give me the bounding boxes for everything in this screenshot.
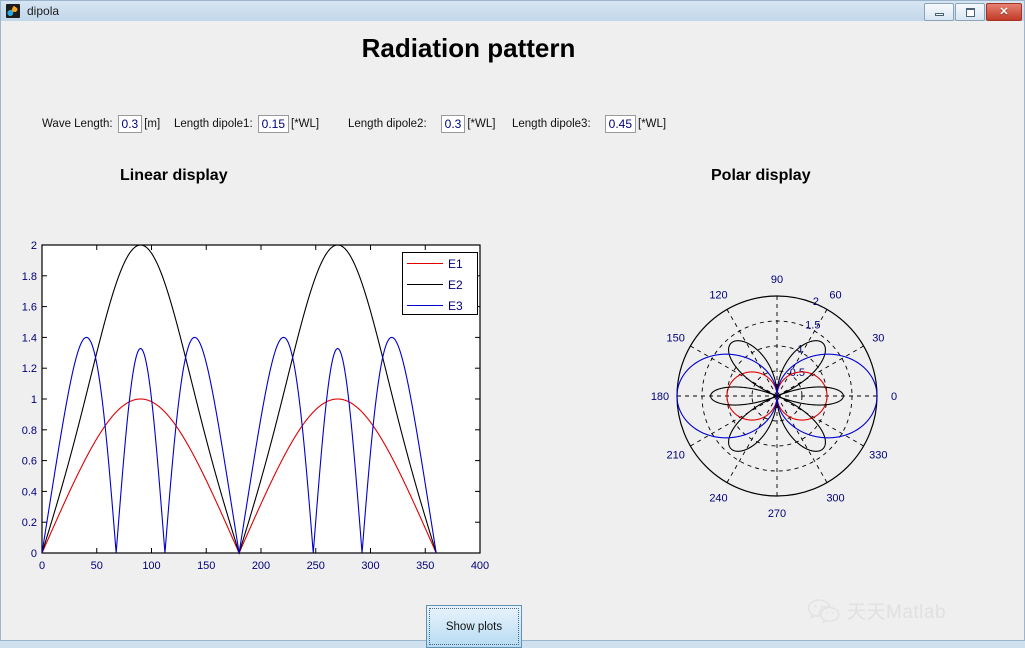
length-dipole3-label: Length dipole3: bbox=[512, 118, 591, 130]
length-dipole3-unit: [*WL] bbox=[638, 118, 667, 130]
svg-text:2: 2 bbox=[31, 240, 37, 252]
svg-text:90: 90 bbox=[771, 274, 783, 286]
svg-text:0.6: 0.6 bbox=[22, 456, 37, 468]
polar-plot: 0 30 60 90 120 150 180 210 240 270 300 330 0.5 1 1.5 2 bbox=[627, 239, 927, 557]
param-length-dipole3: Length dipole3: 0.45 [*WL] bbox=[512, 111, 666, 137]
polar-display-heading: Polar display bbox=[711, 167, 811, 184]
watermark-text: 天天Matlab bbox=[847, 602, 947, 623]
svg-text:300: 300 bbox=[826, 492, 844, 504]
svg-text:1.5: 1.5 bbox=[805, 320, 820, 332]
maximize-icon bbox=[965, 7, 975, 17]
minimize-icon bbox=[934, 8, 944, 17]
length-dipole2-label: Length dipole2: bbox=[348, 118, 427, 130]
svg-text:0: 0 bbox=[891, 391, 897, 403]
legend-label-e2: E2 bbox=[448, 277, 463, 292]
minimize-button[interactable] bbox=[924, 3, 954, 21]
svg-text:1.2: 1.2 bbox=[22, 363, 37, 375]
svg-text:0: 0 bbox=[31, 548, 37, 560]
watermark: 天天Matlab bbox=[807, 597, 946, 624]
wechat-icon bbox=[807, 598, 840, 623]
legend-entry-e3: E3 bbox=[403, 295, 477, 316]
application-window: dipola ✕ Radiation pattern Wave Length: … bbox=[0, 0, 1025, 648]
svg-text:60: 60 bbox=[829, 290, 841, 302]
wave-length-label: Wave Length: bbox=[42, 118, 113, 130]
length-dipole1-unit: [*WL] bbox=[291, 118, 320, 130]
svg-text:0.2: 0.2 bbox=[22, 517, 37, 529]
svg-text:250: 250 bbox=[307, 560, 325, 572]
svg-text:150: 150 bbox=[197, 560, 215, 572]
svg-text:1.4: 1.4 bbox=[22, 332, 37, 344]
param-wave-length: Wave Length: 0.3 [m] bbox=[42, 111, 160, 137]
maximize-button[interactable] bbox=[955, 3, 985, 21]
svg-text:330: 330 bbox=[869, 450, 887, 462]
legend-swatch-e1 bbox=[407, 263, 443, 264]
legend-entry-e2: E2 bbox=[403, 274, 477, 295]
svg-text:0.5: 0.5 bbox=[790, 367, 805, 379]
legend-label-e1: E1 bbox=[448, 256, 463, 271]
legend-swatch-e2 bbox=[407, 284, 443, 285]
linear-display-heading: Linear display bbox=[120, 167, 228, 184]
close-button[interactable]: ✕ bbox=[986, 3, 1022, 21]
svg-text:2: 2 bbox=[813, 296, 819, 308]
svg-text:0.4: 0.4 bbox=[22, 486, 37, 498]
window-title: dipola bbox=[27, 4, 60, 18]
wave-length-input[interactable]: 0.3 bbox=[117, 115, 143, 133]
length-dipole1-input[interactable]: 0.15 bbox=[257, 115, 290, 133]
param-length-dipole1: Length dipole1: 0.15 [*WL] bbox=[174, 111, 319, 137]
svg-text:30: 30 bbox=[872, 333, 884, 345]
svg-text:0: 0 bbox=[39, 560, 45, 572]
wave-length-unit: [m] bbox=[144, 118, 161, 130]
legend-label-e3: E3 bbox=[448, 298, 463, 313]
svg-text:1: 1 bbox=[31, 394, 37, 406]
svg-text:1.6: 1.6 bbox=[22, 302, 37, 314]
legend-swatch-e3 bbox=[407, 305, 443, 306]
svg-text:150: 150 bbox=[666, 333, 684, 345]
window-titlebar[interactable]: dipola ✕ bbox=[1, 1, 1024, 21]
legend-entry-e1: E1 bbox=[403, 253, 477, 274]
svg-text:180: 180 bbox=[651, 391, 669, 403]
length-dipole1-label: Length dipole1: bbox=[174, 118, 253, 130]
svg-text:50: 50 bbox=[91, 560, 103, 572]
client-area: Radiation pattern Wave Length: 0.3 [m] L… bbox=[2, 21, 1023, 648]
svg-text:200: 200 bbox=[252, 560, 270, 572]
plot-legend: E1 E2 E3 bbox=[402, 252, 478, 315]
svg-text:300: 300 bbox=[361, 560, 379, 572]
svg-text:100: 100 bbox=[142, 560, 160, 572]
svg-text:400: 400 bbox=[471, 560, 489, 572]
svg-text:210: 210 bbox=[666, 450, 684, 462]
matlab-icon bbox=[6, 4, 20, 18]
svg-text:240: 240 bbox=[709, 492, 727, 504]
page-title: Radiation pattern bbox=[361, 33, 576, 63]
window-controls: ✕ bbox=[924, 3, 1022, 21]
param-length-dipole2: Length dipole2: 0.3 [*WL] bbox=[348, 111, 495, 137]
length-dipole2-input[interactable]: 0.3 bbox=[440, 115, 466, 133]
length-dipole3-input[interactable]: 0.45 bbox=[604, 115, 637, 133]
svg-text:350: 350 bbox=[416, 560, 434, 572]
show-plots-label: Show plots bbox=[445, 620, 503, 633]
show-plots-button[interactable]: Show plots bbox=[426, 605, 522, 648]
close-icon: ✕ bbox=[999, 5, 1009, 18]
svg-text:270: 270 bbox=[768, 508, 786, 520]
svg-text:1.8: 1.8 bbox=[22, 271, 37, 283]
length-dipole2-unit: [*WL] bbox=[467, 118, 496, 130]
svg-text:120: 120 bbox=[709, 290, 727, 302]
parameter-row: Wave Length: 0.3 [m] Length dipole1: 0.1… bbox=[2, 111, 1023, 137]
svg-text:0.8: 0.8 bbox=[22, 425, 37, 437]
